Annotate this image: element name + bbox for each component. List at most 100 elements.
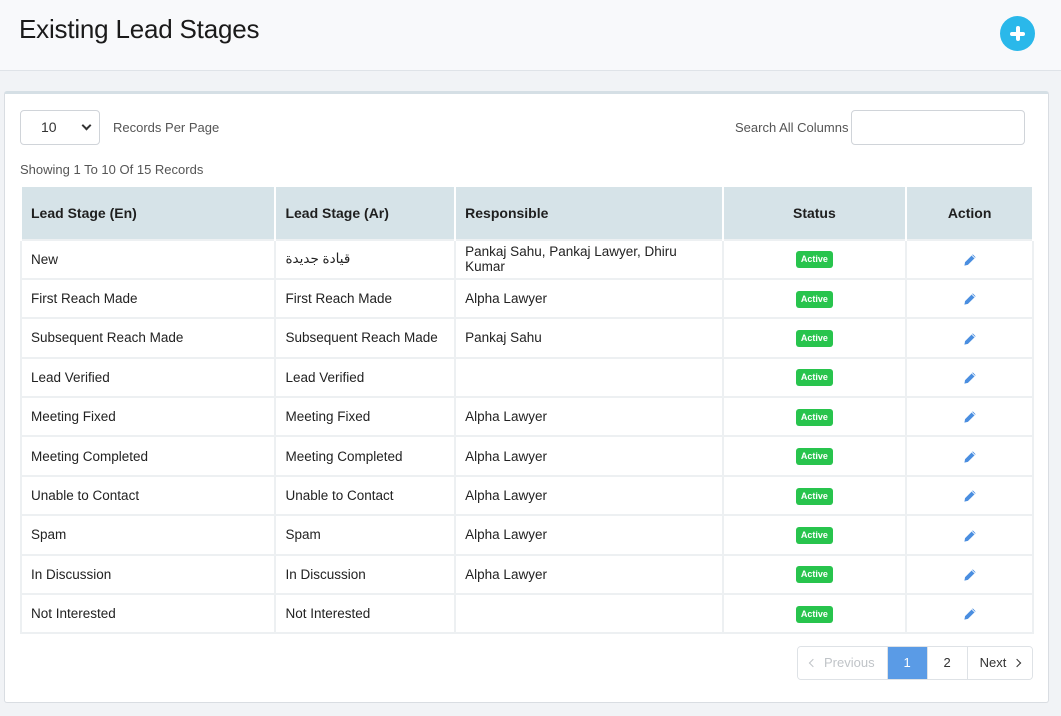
cell-lead-stage-en: Spam [19, 514, 277, 556]
status-badge: Active [795, 487, 833, 505]
table-header-row: Lead Stage (En) Lead Stage (Ar) Responsi… [19, 186, 1034, 240]
cell-action [905, 553, 1034, 596]
status-badge: Active [795, 566, 833, 584]
add-lead-stage-button[interactable] [1000, 16, 1035, 51]
cell-status: Active [721, 396, 908, 438]
status-badge: Active [795, 408, 833, 426]
table-row: Meeting Completed Meeting Completed Alpha … [19, 435, 1034, 477]
cell-lead-stage-en: First Reach Made [19, 277, 277, 320]
pencil-icon[interactable] [963, 410, 977, 424]
cell-status: Active [721, 474, 908, 517]
cell-responsible: Alpha Lawyer [454, 553, 724, 596]
page-header: Existing Lead Stages [0, 0, 1061, 71]
cell-responsible: Alpha Lawyer [454, 474, 724, 517]
status-badge: Active [795, 448, 833, 466]
cell-status: Active [721, 514, 908, 556]
cell-lead-stage-en: Meeting Fixed [19, 396, 277, 438]
cell-lead-stage-ar: Meeting Fixed [274, 396, 457, 438]
status-badge: Active [795, 605, 833, 623]
status-badge: Active [795, 526, 833, 544]
table-row: Unable to Contact Unable to Contact Alpha … [19, 474, 1034, 517]
pencil-icon[interactable] [963, 292, 977, 306]
cell-responsible [454, 593, 724, 635]
cell-lead-stage-en: Lead Verified [19, 356, 277, 399]
next-page-button[interactable]: Next [967, 647, 1033, 679]
cell-lead-stage-ar: Lead Verified [274, 356, 457, 399]
cell-status: Active [721, 317, 908, 359]
cell-lead-stage-ar: Unable to Contact [274, 474, 457, 517]
page-button-1[interactable]: 1 [887, 647, 928, 679]
cell-action [905, 514, 1034, 556]
cell-status: Active [721, 553, 908, 596]
column-header-responsible[interactable]: Responsible [454, 186, 724, 240]
cell-lead-stage-ar: Not Interested [274, 593, 457, 635]
pencil-icon[interactable] [963, 371, 977, 385]
cell-lead-stage-ar: First Reach Made [274, 277, 457, 320]
pencil-icon[interactable] [963, 489, 977, 503]
records-info: Showing 1 To 10 Of 15 Records [20, 162, 204, 177]
cell-responsible: Alpha Lawyer [454, 435, 724, 477]
table-row: Subsequent Reach Made Subsequent Reach Ma… [19, 317, 1034, 359]
cell-lead-stage-ar: Meeting Completed [274, 435, 457, 477]
cell-lead-stage-en: In Discussion [19, 553, 277, 596]
table-row: Not Interested Not Interested Active [19, 593, 1034, 635]
cell-action [905, 238, 1034, 280]
table-row: Spam Spam Alpha Lawyer Active [19, 514, 1034, 556]
cell-lead-stage-en: New [19, 238, 277, 280]
status-badge: Active [795, 251, 833, 269]
cell-lead-stage-en: Not Interested [19, 593, 277, 635]
table-row: Meeting Fixed Meeting Fixed Alpha Lawyer Ac… [19, 396, 1034, 438]
cell-responsible: Alpha Lawyer [454, 396, 724, 438]
next-label: Next [979, 655, 1007, 670]
per-page-label: Records Per Page [113, 120, 220, 135]
previous-page-button[interactable]: Previous [798, 647, 888, 679]
table-row: First Reach Made First Reach Made Alpha La… [19, 277, 1034, 320]
pencil-icon[interactable] [963, 529, 977, 543]
cell-action [905, 435, 1034, 477]
cell-lead-stage-en: Meeting Completed [19, 435, 277, 477]
cell-responsible: Alpha Lawyer [454, 277, 724, 320]
cell-action [905, 356, 1034, 399]
cell-lead-stage-en: Subsequent Reach Made [19, 317, 277, 359]
cell-action [905, 317, 1034, 359]
search-input[interactable] [851, 110, 1025, 145]
chevron-left-icon [808, 658, 818, 667]
pencil-icon[interactable] [963, 450, 977, 464]
lead-stages-card: 10 Records Per Page Search All Columns S… [4, 91, 1049, 703]
column-header-status[interactable]: Status [721, 186, 908, 240]
pencil-icon[interactable] [963, 568, 977, 582]
cell-responsible: Pankaj Sahu [454, 317, 724, 359]
lead-stages-table: Lead Stage (En) Lead Stage (Ar) Responsi… [19, 186, 1034, 635]
cell-responsible [454, 356, 724, 399]
column-header-lead-stage-en[interactable]: Lead Stage (En) [19, 186, 277, 240]
pencil-icon[interactable] [963, 332, 977, 346]
records-per-page-select[interactable]: 10 [20, 110, 100, 145]
table-row: Lead Verified Lead Verified Active [19, 356, 1034, 399]
pencil-icon[interactable] [963, 253, 977, 267]
cell-lead-stage-ar: Spam [274, 514, 457, 556]
cell-responsible: Alpha Lawyer [454, 514, 724, 556]
status-badge: Active [795, 329, 833, 347]
cell-responsible: Pankaj Sahu, Pankaj Lawyer, Dhiru Kumar [454, 238, 724, 280]
search-label: Search All Columns [735, 120, 849, 135]
table-row: New قيادة جديدة Pankaj Sahu, Pankaj Lawyer… [19, 238, 1034, 280]
status-badge: Active [795, 290, 833, 308]
cell-action [905, 277, 1034, 320]
cell-lead-stage-en: Unable to Contact [19, 474, 277, 517]
column-header-lead-stage-ar[interactable]: Lead Stage (Ar) [274, 186, 457, 240]
cell-lead-stage-ar: Subsequent Reach Made [274, 317, 457, 359]
cell-action [905, 396, 1034, 438]
cell-status: Active [721, 356, 908, 399]
cell-status: Active [721, 238, 908, 280]
per-page-value: 10 [41, 119, 57, 135]
cell-status: Active [721, 593, 908, 635]
cell-lead-stage-ar: قيادة جديدة [274, 238, 457, 280]
chevron-right-icon [1013, 658, 1022, 667]
cell-lead-stage-ar: In Discussion [274, 553, 457, 596]
table-row: In Discussion In Discussion Alpha Lawyer Ac… [19, 553, 1034, 596]
column-header-action: Action [905, 186, 1034, 240]
previous-label: Previous [824, 655, 875, 670]
cell-action [905, 593, 1034, 635]
page-button-2[interactable]: 2 [927, 647, 968, 679]
pencil-icon[interactable] [963, 607, 977, 621]
